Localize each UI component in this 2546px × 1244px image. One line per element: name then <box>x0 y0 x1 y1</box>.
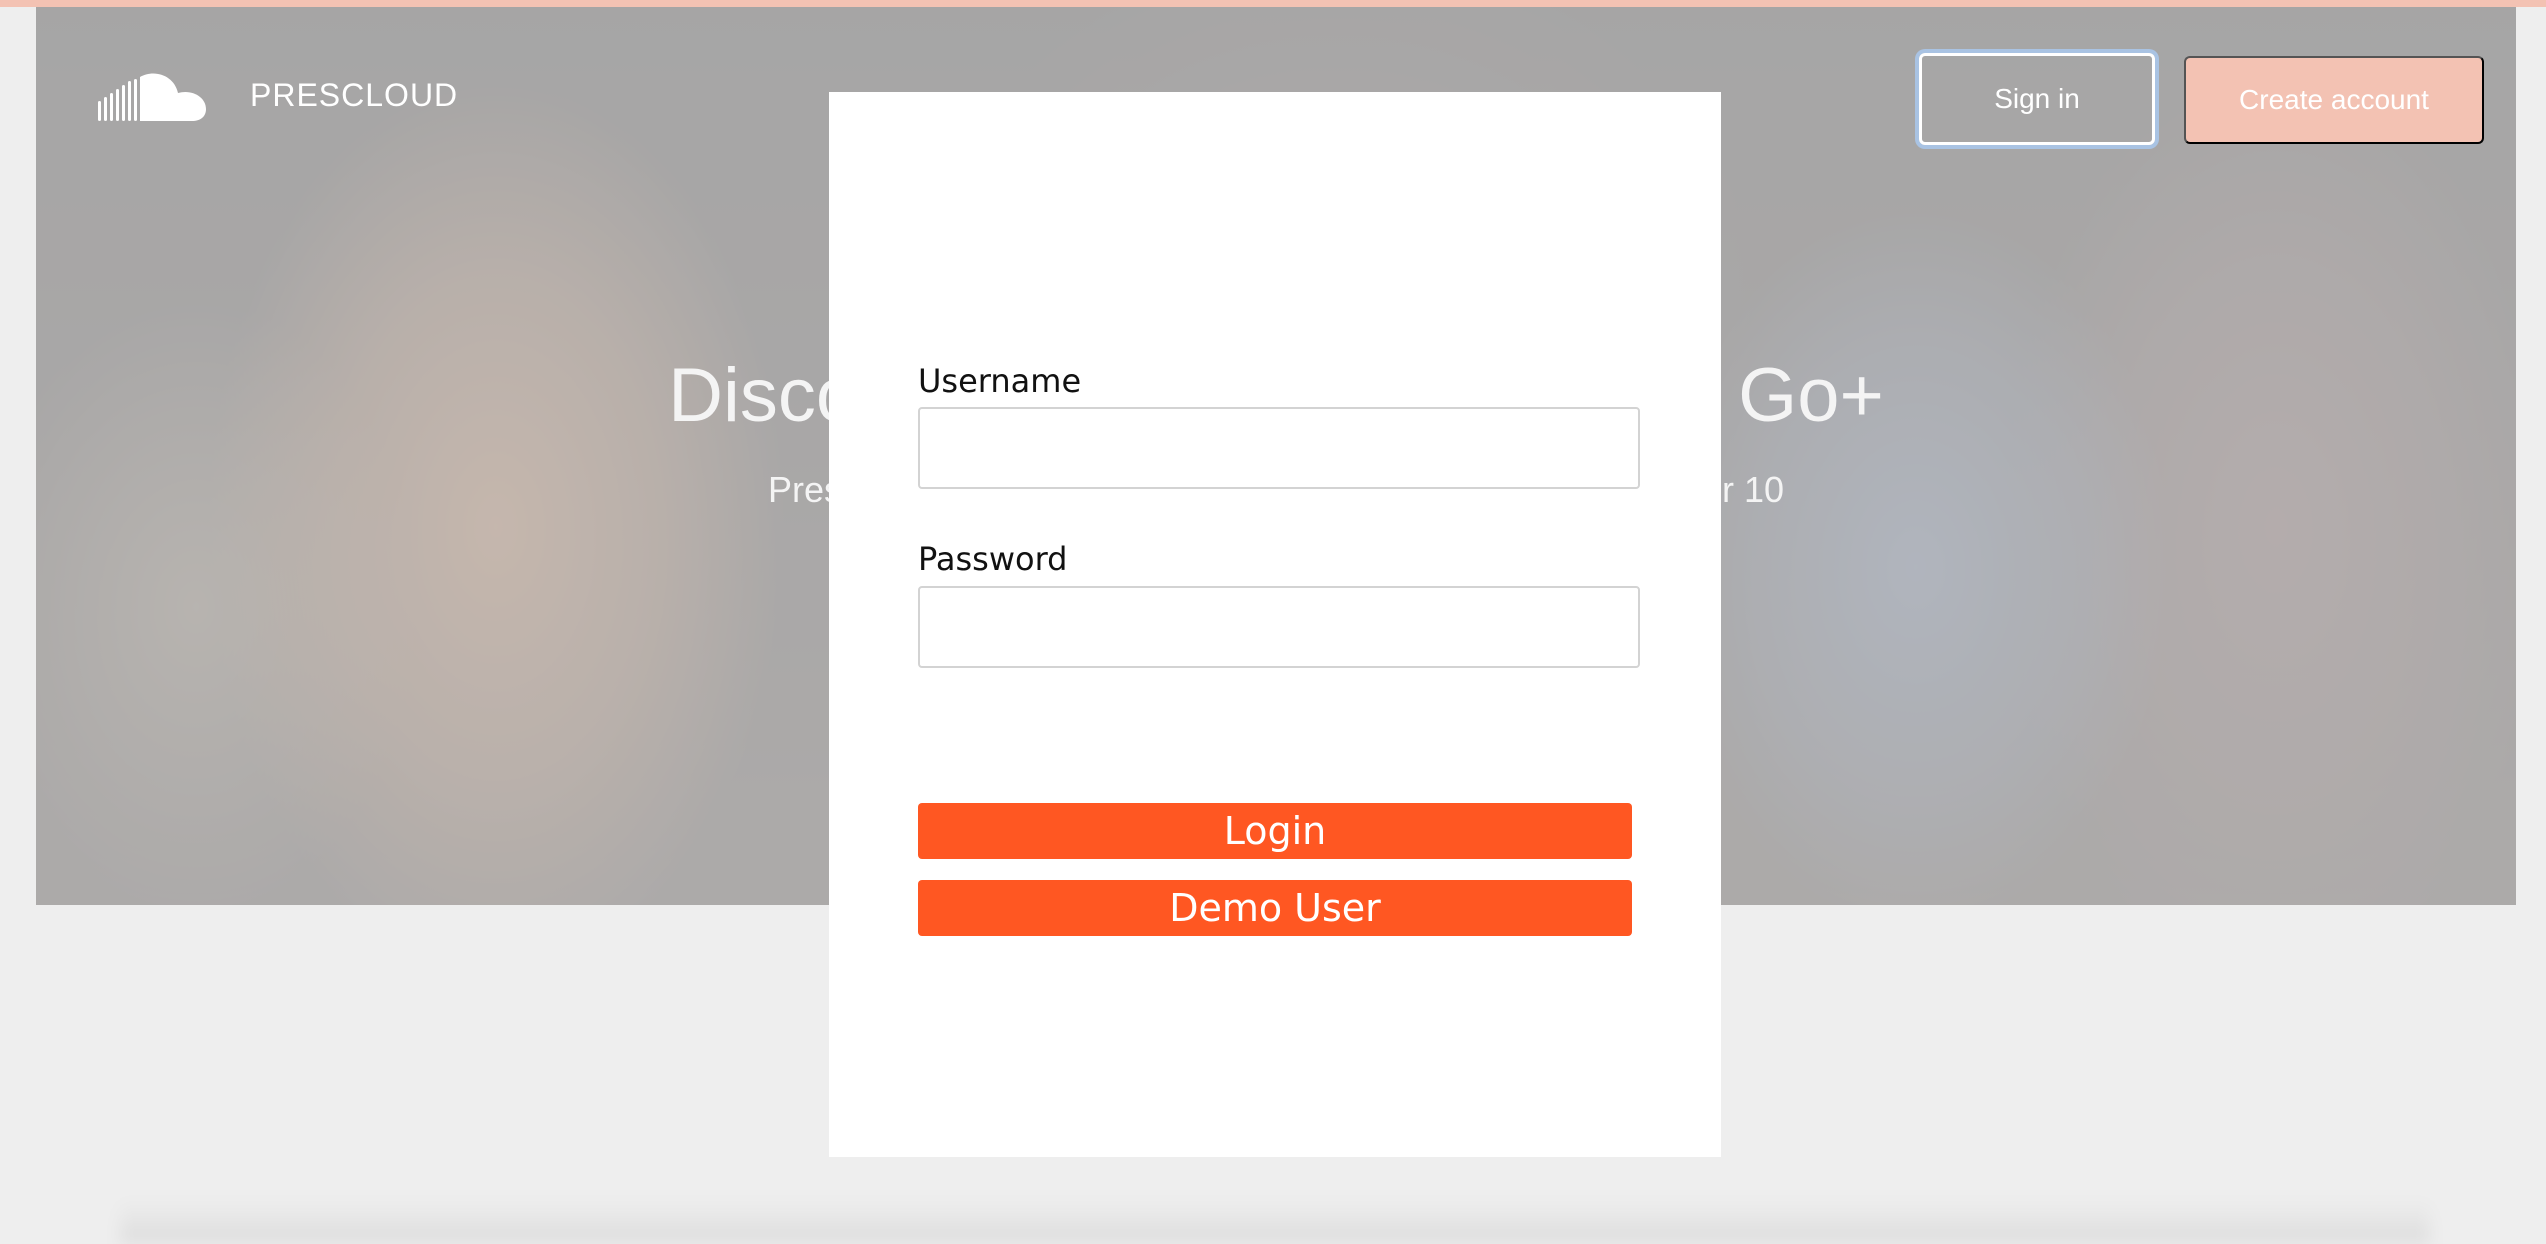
top-accent-strip <box>0 0 2546 7</box>
sign-in-button[interactable]: Sign in <box>1919 53 2155 145</box>
create-account-button[interactable]: Create account <box>2184 56 2484 144</box>
hero-title-right: Go+ <box>1738 353 1884 438</box>
password-label: Password <box>918 540 1068 578</box>
username-label: Username <box>918 362 1082 400</box>
password-input[interactable] <box>918 586 1640 668</box>
content-shadow <box>120 1200 2430 1244</box>
demo-user-button[interactable]: Demo User <box>918 880 1632 936</box>
cloud-logo-icon[interactable] <box>96 71 208 125</box>
brand-name[interactable]: PRESCLOUD <box>250 77 458 114</box>
login-modal: Username Password Login Demo User <box>829 92 1721 1157</box>
username-input[interactable] <box>918 407 1640 489</box>
hero-subtitle-right: r 10 <box>1721 469 1785 510</box>
login-button[interactable]: Login <box>918 803 1632 859</box>
